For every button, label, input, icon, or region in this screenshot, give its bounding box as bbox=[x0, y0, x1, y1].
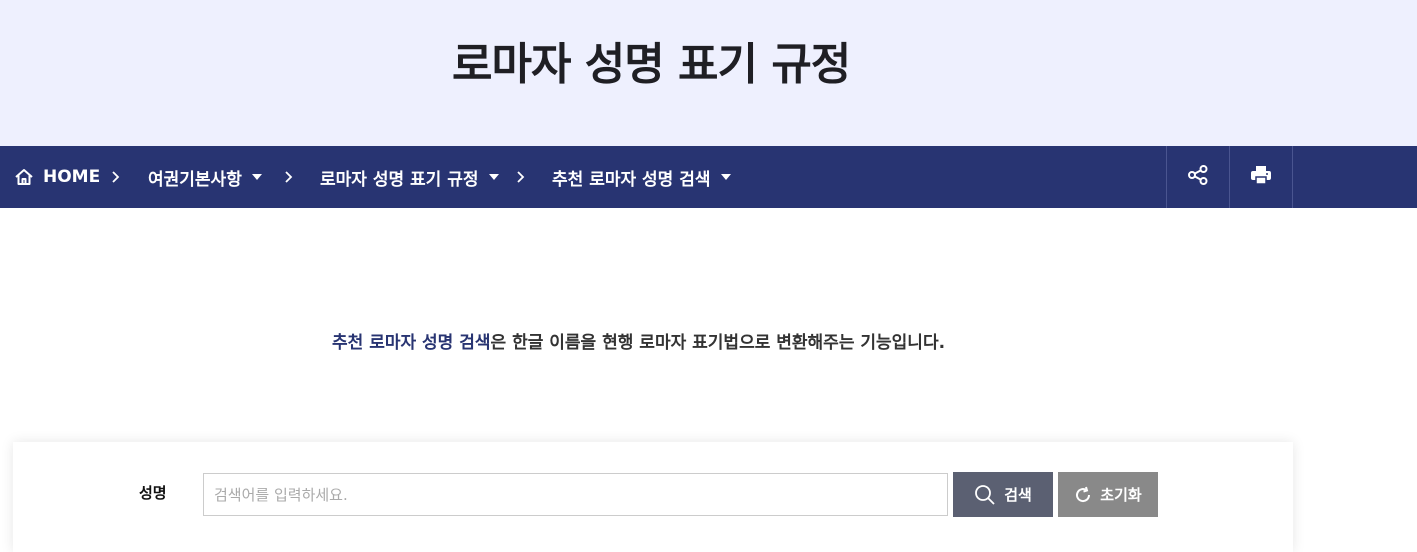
share-button[interactable] bbox=[1166, 146, 1229, 208]
print-button[interactable] bbox=[1229, 146, 1292, 208]
breadcrumb-item-romanization-rules[interactable]: 로마자 성명 표기 규정 bbox=[320, 146, 499, 208]
chevron-right-icon bbox=[515, 146, 525, 208]
toolbar-divider bbox=[1292, 146, 1293, 208]
chevron-right-icon bbox=[110, 146, 120, 208]
intro-rest: 은 한글 이름을 현행 로마자 표기법으로 변환해주는 기능입니다. bbox=[490, 333, 946, 353]
search-button[interactable]: 검색 bbox=[953, 472, 1053, 517]
search-icon bbox=[975, 484, 995, 505]
caret-down-icon bbox=[488, 174, 499, 180]
caret-down-icon bbox=[720, 174, 731, 180]
page-header: 로마자 성명 표기 규정 bbox=[0, 0, 1417, 146]
search-panel: 성명 검색 초기화 bbox=[13, 442, 1293, 552]
print-icon bbox=[1250, 164, 1272, 190]
breadcrumb-home[interactable]: HOME bbox=[14, 146, 100, 208]
search-button-label: 검색 bbox=[1004, 486, 1032, 504]
page-title: 로마자 성명 표기 규정 bbox=[452, 39, 851, 90]
caret-down-icon bbox=[251, 174, 262, 180]
breadcrumb-item-name-search[interactable]: 추천 로마자 성명 검색 bbox=[552, 146, 731, 208]
breadcrumb-home-label: HOME bbox=[43, 167, 101, 187]
breadcrumb-label: 로마자 성명 표기 규정 bbox=[320, 169, 479, 190]
breadcrumb: HOME 여권기본사항 로마자 성명 표기 규정 추천 로마자 성명 검색 bbox=[0, 146, 1417, 208]
intro-highlight: 추천 로마자 성명 검색 bbox=[332, 333, 491, 353]
name-search-input[interactable] bbox=[203, 473, 948, 516]
breadcrumb-item-passport-basics[interactable]: 여권기본사항 bbox=[148, 146, 262, 208]
reset-button-label: 초기화 bbox=[1100, 486, 1142, 504]
reset-button[interactable]: 초기화 bbox=[1058, 472, 1158, 517]
refresh-icon bbox=[1076, 486, 1091, 502]
home-icon bbox=[14, 168, 34, 186]
breadcrumb-label: 추천 로마자 성명 검색 bbox=[552, 169, 711, 190]
breadcrumb-label: 여권기본사항 bbox=[148, 169, 242, 190]
name-label: 성명 bbox=[139, 484, 167, 502]
share-icon bbox=[1187, 164, 1209, 190]
intro-text: 추천 로마자 성명 검색은 한글 이름을 현행 로마자 표기법으로 변환해주는 … bbox=[332, 328, 945, 353]
chevron-right-icon bbox=[283, 146, 293, 208]
